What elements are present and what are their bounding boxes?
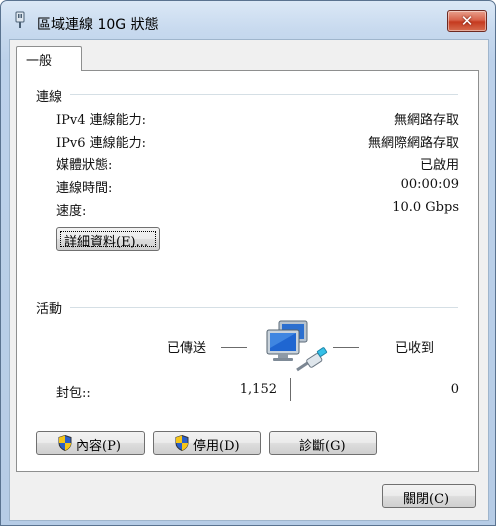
details-button-label: 詳細資料(E)...: [64, 235, 149, 250]
speed-value: 10.0 Gbps: [392, 200, 459, 215]
media-state-label: 媒體狀態:: [56, 158, 113, 173]
properties-button-label: 內容(P): [76, 439, 121, 454]
connection-group-header: 連線: [36, 90, 63, 105]
disable-button-label: 停用(D): [193, 439, 240, 454]
window-title: 區域連線 10G 狀態: [37, 17, 159, 33]
tab-general-label: 一般: [26, 54, 53, 69]
activity-group-divider: [70, 307, 458, 308]
speed-label: 速度:: [56, 204, 87, 219]
uac-shield-icon: [175, 435, 189, 451]
dialog-client: 一般 連線 IPv4 連線能力: 無網路存取 IPv6 連線能力: 無網際網路存…: [9, 39, 489, 521]
packets-sent-value: 1,152: [239, 382, 277, 397]
duration-value: 00:00:09: [400, 177, 459, 192]
sent-line: [221, 347, 247, 348]
details-button[interactable]: 詳細資料(E)...: [56, 227, 160, 251]
ipv6-label: IPv6 連線能力:: [56, 136, 147, 151]
ipv4-label: IPv4 連線能力:: [56, 113, 147, 128]
media-state-value: 已啟用: [419, 158, 459, 173]
diagnose-button-label: 診斷(G): [299, 439, 346, 454]
packets-received-value: 0: [450, 382, 459, 397]
status-dialog: 區域連線 10G 狀態 ✕ 一般 連線 IPv4 連線能力: 無網路存取 IPv…: [0, 0, 496, 526]
tab-page-general: 連線 IPv4 連線能力: 無網路存取 IPv6 連線能力: 無網際網路存取 媒…: [16, 70, 479, 472]
window-close-button[interactable]: ✕: [447, 10, 487, 32]
packets-label: 封包::: [56, 386, 91, 401]
activity-group-header: 活動: [36, 302, 63, 317]
disable-button[interactable]: 停用(D): [153, 431, 261, 455]
network-activity-icon: [266, 320, 328, 372]
tab-general[interactable]: 一般: [16, 46, 82, 71]
ipv6-value: 無網際網路存取: [367, 136, 459, 151]
close-button[interactable]: 關閉(C): [382, 484, 476, 508]
close-icon: ✕: [460, 12, 474, 30]
network-icon: [15, 11, 25, 28]
activity-divider: [290, 378, 291, 401]
received-line: [333, 347, 359, 348]
ipv4-value: 無網路存取: [393, 113, 459, 128]
diagnose-button[interactable]: 診斷(G): [269, 431, 377, 455]
connection-group-divider: [70, 94, 458, 95]
close-button-label: 關閉(C): [403, 492, 450, 507]
properties-button[interactable]: 內容(P): [36, 431, 145, 455]
duration-label: 連線時間:: [56, 181, 113, 196]
sent-label: 已傳送: [167, 341, 207, 356]
received-label: 已收到: [395, 341, 435, 356]
uac-shield-icon: [58, 435, 72, 451]
title-bar[interactable]: 區域連線 10G 狀態 ✕: [1, 1, 495, 39]
